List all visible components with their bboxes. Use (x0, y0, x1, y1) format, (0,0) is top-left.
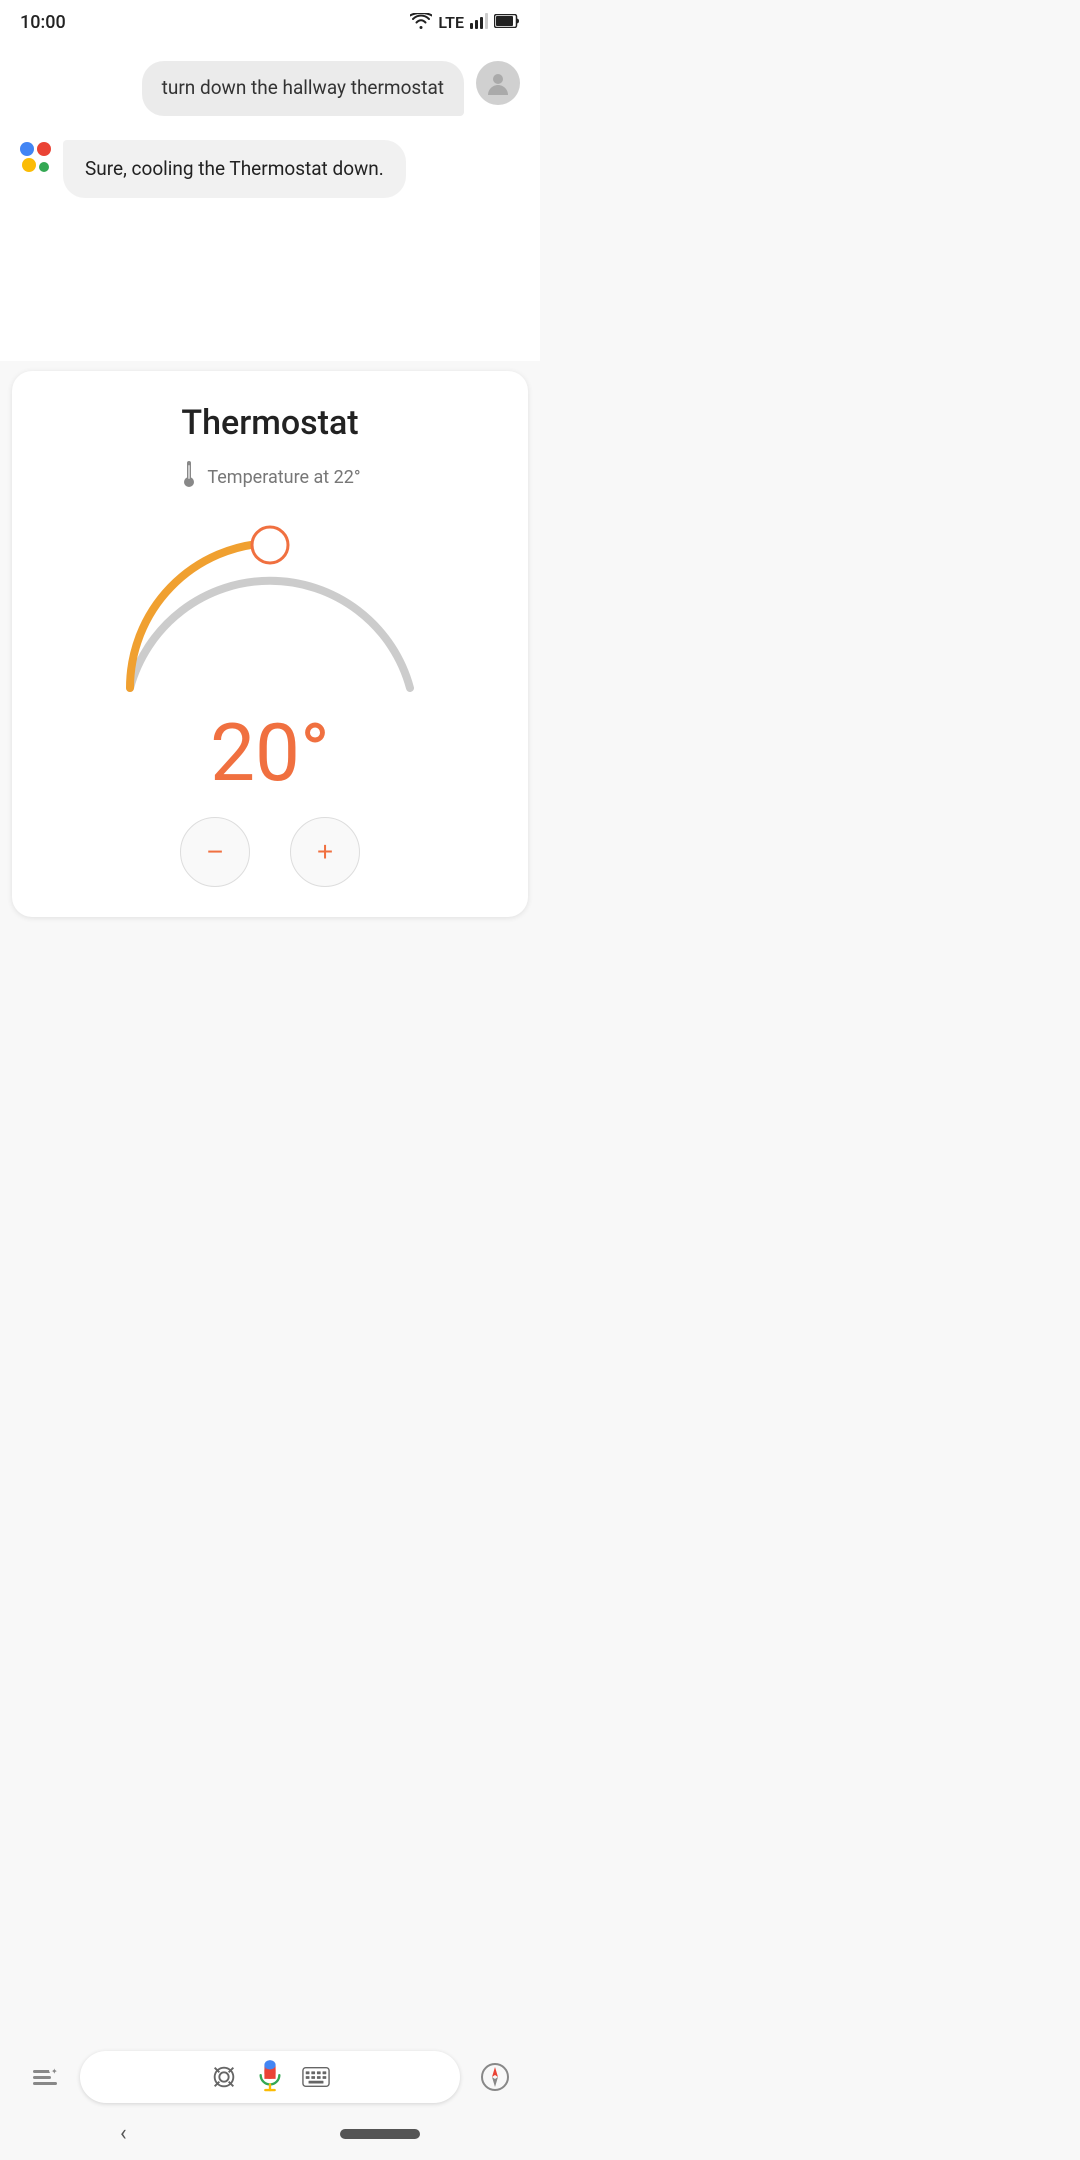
chat-area: turn down the hallway thermostat Sure, c… (0, 41, 540, 361)
battery-icon (494, 13, 520, 32)
dot-green (39, 162, 49, 172)
lens-button[interactable] (206, 2059, 242, 2095)
signal-icon (470, 13, 488, 33)
user-message-row: turn down the hallway thermostat (20, 61, 520, 116)
thermostat-card: Thermostat Temperature at 22° 20° − (12, 371, 528, 917)
thermostat-title: Thermostat (32, 403, 508, 443)
assistant-input-row: ✦ (0, 2051, 540, 2103)
status-icons: LTE (410, 13, 520, 33)
assistant-message-row: Sure, cooling the Thermostat down. (20, 140, 520, 199)
increase-temp-button[interactable]: + (290, 817, 360, 887)
assistant-shortcut-button[interactable]: ✦ (20, 2052, 70, 2102)
input-pill[interactable] (80, 2051, 460, 2103)
thermostat-controls: − + (32, 817, 508, 887)
assistant-bubble: Sure, cooling the Thermostat down. (63, 140, 406, 199)
compass-button[interactable] (470, 2052, 520, 2102)
lte-label: LTE (438, 13, 464, 32)
status-bar: 10:00 LTE (0, 0, 540, 41)
user-bubble: turn down the hallway thermostat (142, 61, 464, 116)
dot-blue (20, 142, 34, 156)
bottom-bar: ✦ (0, 2041, 540, 2160)
back-button[interactable]: ‹ (120, 2121, 127, 2146)
home-indicator[interactable] (340, 2129, 420, 2139)
status-time: 10:00 (20, 12, 66, 33)
keyboard-button[interactable] (298, 2059, 334, 2095)
thermostat-dial[interactable] (100, 503, 440, 723)
thermometer-icon (179, 461, 199, 493)
user-avatar (476, 61, 520, 105)
nav-bar: ‹ (0, 2113, 540, 2160)
microphone-button[interactable] (252, 2059, 288, 2095)
svg-text:✦: ✦ (51, 2067, 58, 2076)
wifi-icon (410, 13, 432, 33)
dot-yellow (22, 158, 36, 172)
decrease-temp-button[interactable]: − (180, 817, 250, 887)
temp-label-text: Temperature at 22° (207, 467, 360, 488)
google-assistant-dots (20, 140, 51, 172)
dot-red (37, 142, 51, 156)
temp-value: 20° (32, 713, 508, 793)
temp-label-row: Temperature at 22° (32, 461, 508, 493)
